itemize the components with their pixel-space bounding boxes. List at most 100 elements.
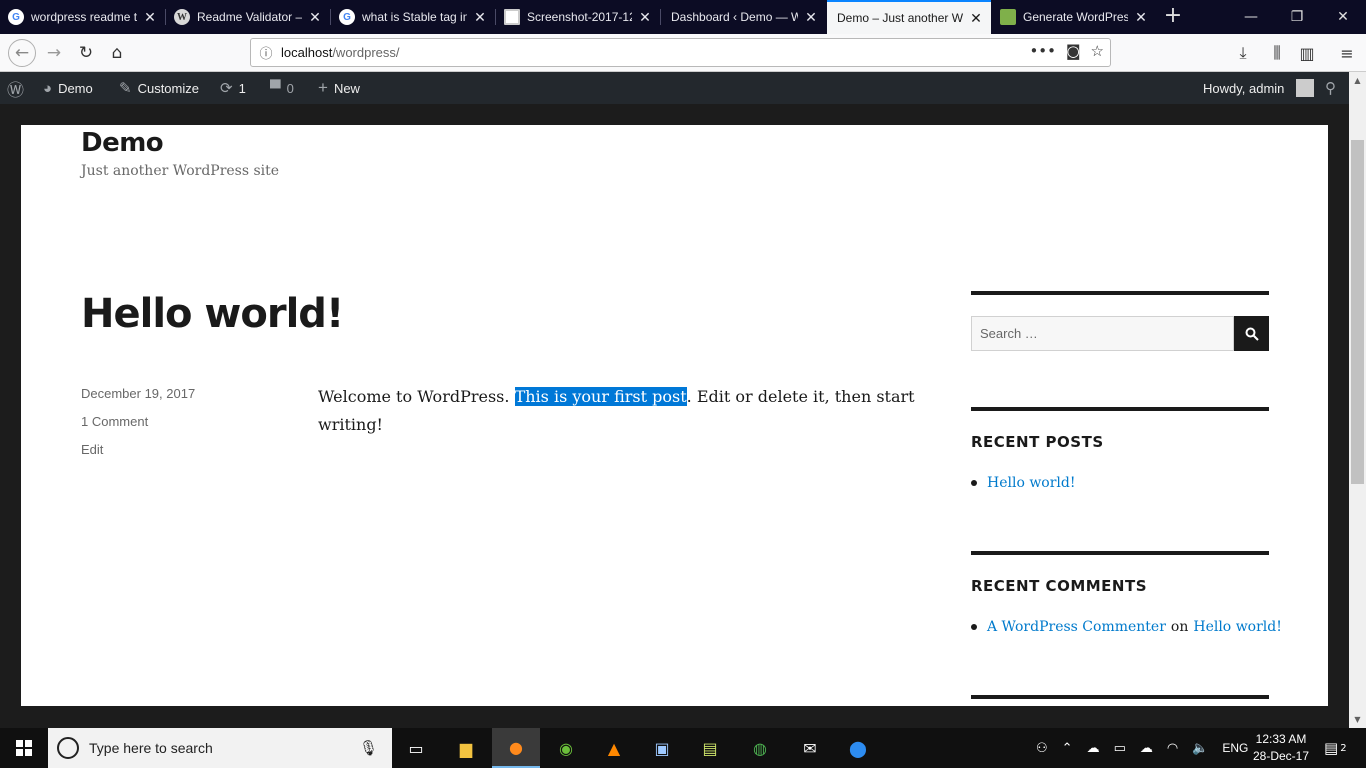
comment-post-link[interactable]: Hello world!	[1193, 619, 1282, 635]
browser-tab[interactable]: G what is Stable tag in ✕	[331, 0, 495, 34]
widget-divider	[971, 407, 1269, 411]
minimize-icon[interactable]: —	[1228, 0, 1274, 34]
scroll-thumb[interactable]	[1351, 140, 1364, 484]
clock[interactable]: 12:33 AM 28-Dec-17	[1246, 731, 1316, 765]
clock-time: 12:33 AM	[1255, 732, 1307, 746]
browser-tab[interactable]: G wordpress readme t ✕	[0, 0, 165, 34]
customize-menu[interactable]: ✎ Customize	[119, 72, 199, 104]
search-button[interactable]	[1234, 316, 1269, 351]
download-icon[interactable]: ⤓	[1230, 40, 1256, 66]
taskbar-search-input[interactable]: Type here to search 🎙	[48, 728, 392, 768]
selected-text: This is your first post	[514, 387, 687, 406]
close-icon[interactable]: ✕	[1134, 10, 1148, 24]
back-arrow-icon[interactable]: ←	[8, 39, 36, 67]
home-icon[interactable]: ⌂	[103, 39, 131, 67]
action-center-icon[interactable]: ▤ 2	[1324, 728, 1347, 768]
google-icon: G	[339, 9, 355, 25]
microphone-icon[interactable]: 🎙	[359, 739, 378, 757]
new-tab-icon[interactable]: +	[1160, 4, 1186, 30]
new-content-menu[interactable]: + New	[318, 72, 360, 104]
site-title[interactable]: Demo	[81, 128, 164, 158]
vlc-icon[interactable]: ▲	[590, 728, 638, 768]
site-description: Just another WordPress site	[81, 163, 280, 179]
mail-icon[interactable]: ✉	[786, 728, 834, 768]
page-actions-icon[interactable]: •••	[1029, 42, 1056, 60]
reload-icon[interactable]: ↻	[72, 39, 100, 67]
task-view-icon[interactable]: ▭	[392, 728, 440, 768]
library-icon[interactable]: ⫼	[1264, 40, 1290, 66]
people-icon[interactable]: ⚇	[1036, 741, 1048, 756]
bookmark-star-icon[interactable]: ☆	[1091, 42, 1104, 60]
close-window-icon[interactable]: ✕	[1320, 0, 1366, 34]
utorrent-icon[interactable]: ◉	[542, 728, 590, 768]
info-icon[interactable]: ⓘ	[251, 43, 281, 62]
list-item: Hello world!	[971, 475, 1076, 491]
site-name-label: Demo	[58, 80, 93, 96]
cloud-upload-icon[interactable]: ☁	[1140, 741, 1153, 756]
close-icon[interactable]: ✕	[638, 10, 652, 24]
close-icon[interactable]: ✕	[308, 10, 322, 24]
sidebar-search-input[interactable]: Search …	[971, 316, 1234, 351]
bullet	[971, 624, 977, 630]
maps-icon[interactable]: ⬤	[834, 728, 882, 768]
wp-admin-bar: Ⓦ ◕ Demo ✎ Customize ⟳ 1 ▀ 0 + New Howdy…	[0, 72, 1366, 104]
post-title[interactable]: Hello world!	[81, 291, 344, 337]
comments-menu[interactable]: ▀ 0	[270, 72, 294, 104]
close-icon[interactable]: ✕	[804, 10, 818, 24]
google-icon: G	[8, 9, 24, 25]
url-bar[interactable]: ⓘ localhost/wordpress/ ••• ◙ ☆	[250, 38, 1111, 67]
updates-menu[interactable]: ⟳ 1	[220, 72, 246, 104]
browser-tab[interactable]: Dashboard ‹ Demo — W ✕	[661, 0, 826, 34]
sidebar-icon[interactable]: ▥	[1294, 40, 1320, 66]
language-indicator[interactable]: ENG	[1222, 741, 1248, 755]
browser-tab[interactable]: Generate WordPress ✕	[992, 0, 1156, 34]
content-text: Welcome to WordPress.	[318, 387, 515, 406]
page-scrollbar[interactable]: ▲ ▼	[1349, 72, 1366, 728]
start-button[interactable]	[0, 728, 48, 768]
file-explorer-icon[interactable]: ▆	[442, 728, 490, 768]
site-name-menu[interactable]: ◕ Demo	[43, 72, 93, 104]
battery-icon[interactable]: ▭	[1114, 741, 1126, 756]
volume-icon[interactable]: 🔈	[1192, 741, 1208, 756]
list-item: A WordPress Commenter on Hello world!	[971, 619, 1282, 635]
browser-toolbar: ← → ↻ ⌂ ⓘ localhost/wordpress/ ••• ◙ ☆ ⤓…	[0, 34, 1366, 72]
my-account-menu[interactable]: Howdy, admin	[1203, 72, 1315, 104]
recent-post-link[interactable]: Hello world!	[987, 475, 1076, 491]
close-icon[interactable]: ✕	[473, 10, 487, 24]
comment-author-link[interactable]: A WordPress Commenter	[987, 619, 1166, 635]
chrome-icon[interactable]: ◍	[736, 728, 784, 768]
url-actions: ••• ◙ ☆	[1029, 42, 1104, 60]
url-text[interactable]: localhost/wordpress/	[281, 45, 400, 60]
close-icon[interactable]: ✕	[969, 11, 983, 25]
pocket-icon[interactable]: ◙	[1066, 42, 1081, 60]
tab-title: Readme Validator —	[197, 10, 302, 24]
widget-divider	[971, 291, 1269, 295]
admin-search[interactable]: ⚲	[1325, 72, 1336, 104]
windows-taskbar: Type here to search 🎙 ▭ ▆ ● ◉ ▲ ▣ ▤ ◍ ✉ …	[0, 728, 1366, 768]
site-container: Demo Just another WordPress site Hello w…	[21, 125, 1328, 706]
firefox-icon[interactable]: ●	[492, 728, 540, 768]
onedrive-icon[interactable]: ☁	[1087, 741, 1100, 756]
wp-logo-menu[interactable]: Ⓦ	[7, 72, 24, 104]
restore-icon[interactable]: ❐	[1274, 0, 1320, 34]
chevron-up-icon[interactable]: ⌃	[1062, 741, 1073, 756]
post-comments-link[interactable]: 1 Comment	[81, 414, 148, 429]
browser-tab-active[interactable]: Demo – Just another Wo ✕	[827, 0, 991, 34]
browser-tab[interactable]: Screenshot-2017-12 ✕	[496, 0, 660, 34]
forward-arrow-icon[interactable]: →	[40, 39, 68, 67]
howdy-label: Howdy, admin	[1203, 80, 1285, 96]
scroll-up-icon[interactable]: ▲	[1349, 72, 1366, 89]
wifi-icon[interactable]: ◠	[1167, 741, 1178, 756]
post-edit-link[interactable]: Edit	[81, 442, 103, 457]
scroll-down-icon[interactable]: ▼	[1349, 711, 1366, 728]
url-path: /wordpress/	[332, 45, 400, 60]
comment-bubble-icon: ▀	[270, 79, 281, 97]
menu-icon[interactable]: ≡	[1334, 40, 1360, 66]
close-icon[interactable]: ✕	[143, 10, 157, 24]
notification-count: 2	[1340, 742, 1347, 754]
pdf-tool-icon[interactable]: ▣	[638, 728, 686, 768]
browser-tab[interactable]: W Readme Validator — ✕	[166, 0, 330, 34]
spreadsheet-icon[interactable]: ▤	[686, 728, 734, 768]
post-date[interactable]: December 19, 2017	[81, 386, 195, 401]
updates-icon: ⟳	[220, 80, 233, 97]
